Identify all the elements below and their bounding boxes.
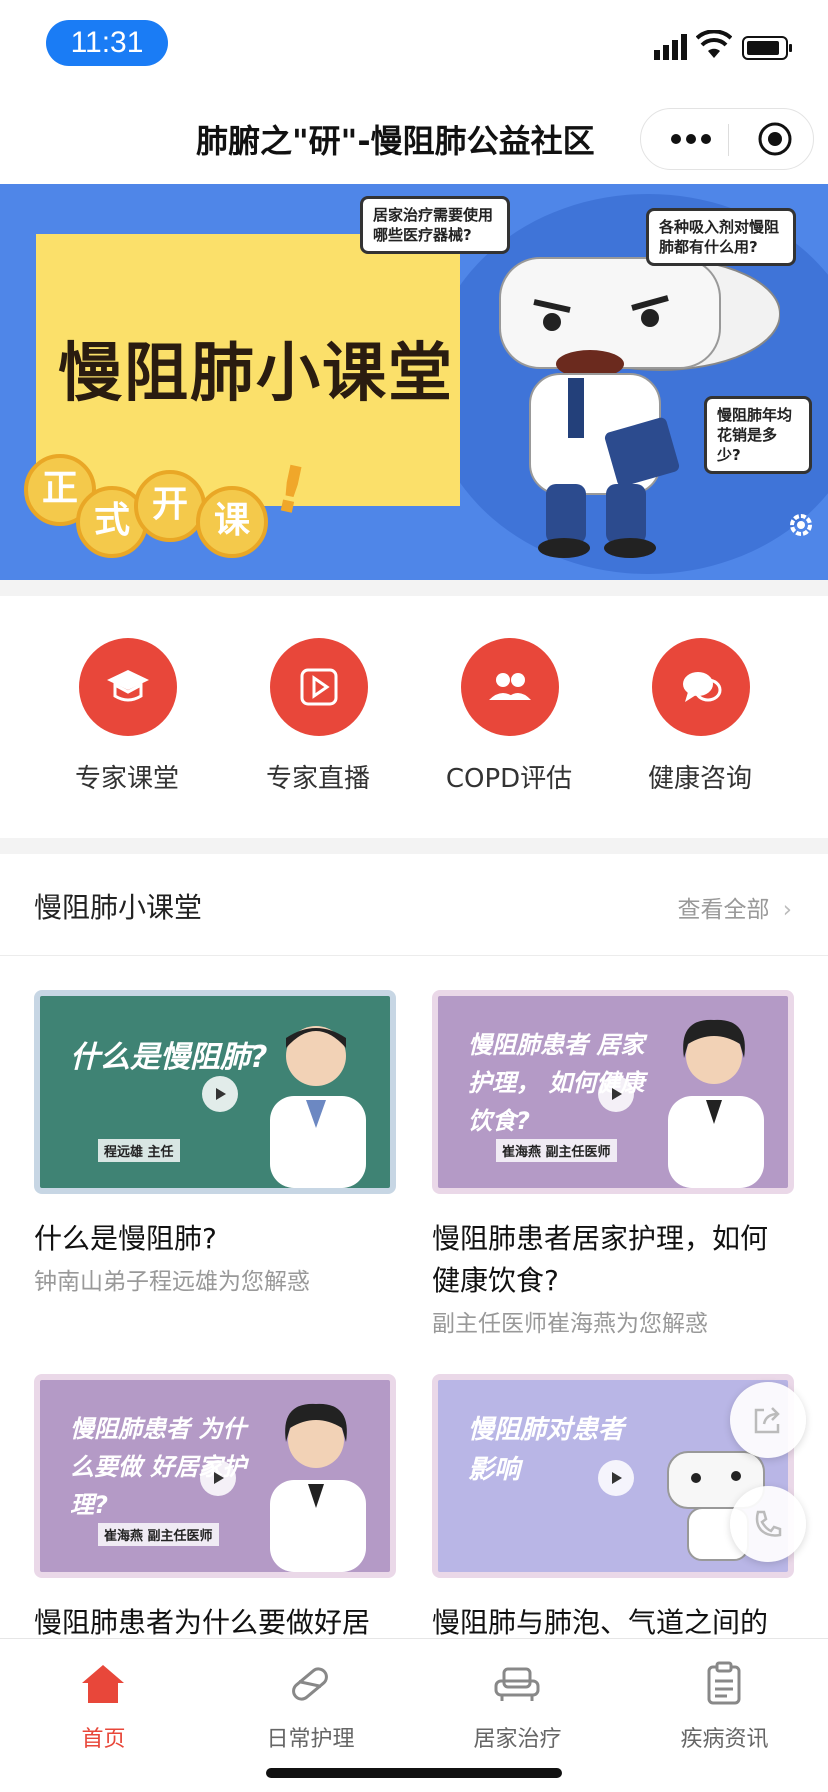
banner-coin: 开 bbox=[134, 470, 206, 542]
banner-coin: 课 bbox=[196, 486, 268, 558]
wifi-icon bbox=[696, 30, 732, 58]
share-icon bbox=[754, 1407, 780, 1434]
tab-home-treatment[interactable]: 居家治疗 bbox=[414, 1649, 621, 1759]
quick-nav-label: 专家课堂 bbox=[74, 764, 179, 794]
quick-nav: 专家课堂 专家直播 COPD评估 健康咨询 bbox=[0, 596, 828, 838]
sofa-icon bbox=[494, 1667, 540, 1701]
section-gap bbox=[0, 838, 828, 854]
play-button[interactable] bbox=[200, 1460, 236, 1496]
play-icon bbox=[300, 668, 338, 706]
tab-daily-care[interactable]: 日常护理 bbox=[207, 1649, 414, 1759]
quick-nav-label: COPD评估 bbox=[445, 764, 573, 794]
title-bar: 肺腑之"研"-慢阻肺公益社区 bbox=[0, 92, 828, 184]
banner-bubble: 各种吸入剂对慢阻肺都有什么用? bbox=[646, 208, 796, 266]
home-indicator bbox=[266, 1768, 562, 1778]
section-header: 慢阻肺小课堂 查看全部 › bbox=[0, 854, 828, 956]
course-subtitle: 钟南山弟子程远雄为您解惑 bbox=[34, 1269, 310, 1295]
share-button[interactable] bbox=[730, 1382, 806, 1458]
banner-bubble: 居家治疗需要使用哪些医疗器械? bbox=[360, 196, 510, 254]
quick-nav-circle bbox=[461, 638, 559, 736]
mini-program-capsule bbox=[640, 108, 814, 170]
play-icon bbox=[612, 1472, 622, 1484]
tab-disease-news[interactable]: 疾病资讯 bbox=[621, 1649, 828, 1759]
thumbnail-title: 什么是慢阻肺? bbox=[70, 1040, 268, 1075]
tab-label: 首页 bbox=[81, 1727, 126, 1752]
course-subtitle: 副主任医师崔海燕为您解惑 bbox=[432, 1311, 708, 1337]
home-icon bbox=[82, 1665, 124, 1703]
doctor-name-tag: 崔海燕 副主任医师 bbox=[98, 1523, 219, 1546]
page-title: 肺腑之"研"-慢阻肺公益社区 bbox=[196, 122, 595, 160]
course-card[interactable]: 慢阻肺患者 居家护理， 如何健康饮食? 崔海燕 副主任医师 慢阻肺患者居家护理，… bbox=[432, 990, 794, 1340]
cellular-signal-icon bbox=[654, 34, 687, 60]
play-button[interactable] bbox=[598, 1460, 634, 1496]
tab-home[interactable]: 首页 bbox=[0, 1649, 207, 1759]
phone-icon bbox=[755, 1510, 782, 1537]
status-bar: 11:31 bbox=[0, 0, 828, 92]
quick-nav-health-consult[interactable]: 健康咨询 bbox=[605, 638, 795, 808]
section-gap bbox=[0, 580, 828, 596]
play-icon bbox=[214, 1472, 224, 1484]
doctor-name-tag: 崔海燕 副主任医师 bbox=[496, 1139, 617, 1162]
course-thumbnail[interactable]: 慢阻肺患者 为什么要做 好居家护理? 崔海燕 副主任医师 bbox=[34, 1374, 396, 1578]
quick-nav-circle bbox=[270, 638, 368, 736]
tab-label: 居家治疗 bbox=[473, 1727, 562, 1752]
users-icon bbox=[489, 673, 531, 700]
course-card[interactable]: 慢阻肺患者 为什么要做 好居家护理? 崔海燕 副主任医师 慢阻肺患者为什么要做好… bbox=[34, 1374, 396, 1644]
tab-label: 日常护理 bbox=[266, 1727, 355, 1752]
gear-icon[interactable] bbox=[786, 510, 816, 540]
banner-title: 慢阻肺小课堂 bbox=[58, 337, 454, 411]
banner[interactable]: 慢阻肺小课堂 正 式 开 课 ! 居家治疗需要使用哪些医疗器械? 各种吸入剂对慢… bbox=[0, 184, 828, 580]
pill-icon bbox=[292, 1667, 328, 1701]
doctor-name-tag: 程远雄 主任 bbox=[98, 1139, 180, 1162]
course-thumbnail[interactable]: 什么是慢阻肺? 程远雄 主任 bbox=[34, 990, 396, 1194]
quick-nav-expert-class[interactable]: 专家课堂 bbox=[32, 638, 222, 808]
status-time: 11:31 bbox=[46, 20, 168, 66]
course-thumbnail[interactable]: 慢阻肺患者 居家护理， 如何健康饮食? 崔海燕 副主任医师 bbox=[432, 990, 794, 1194]
doctor-portrait bbox=[270, 1403, 366, 1572]
graduation-cap-icon bbox=[107, 670, 149, 702]
close-button[interactable] bbox=[745, 109, 805, 169]
tab-label: 疾病资讯 bbox=[680, 1727, 769, 1752]
more-dots-icon bbox=[671, 134, 711, 144]
play-icon bbox=[612, 1088, 622, 1100]
phone-button[interactable] bbox=[730, 1486, 806, 1562]
view-all-link[interactable]: 查看全部 › bbox=[677, 890, 792, 924]
doctor-portrait bbox=[668, 1019, 764, 1188]
course-title: 什么是慢阻肺? bbox=[34, 1222, 217, 1255]
quick-nav-expert-live[interactable]: 专家直播 bbox=[223, 638, 413, 808]
target-close-icon bbox=[758, 122, 792, 156]
play-icon bbox=[216, 1088, 226, 1100]
capsule-divider bbox=[728, 124, 729, 156]
play-button[interactable] bbox=[202, 1076, 238, 1112]
play-button[interactable] bbox=[598, 1076, 634, 1112]
quick-nav-circle bbox=[652, 638, 750, 736]
banner-bubble: 慢阻肺年均花销是多少? bbox=[704, 396, 812, 474]
doctor-portrait bbox=[270, 1026, 366, 1188]
chat-bubbles-icon bbox=[683, 672, 722, 702]
quick-nav-label: 专家直播 bbox=[265, 764, 370, 794]
battery-icon bbox=[742, 36, 792, 60]
chevron-right-icon: › bbox=[782, 897, 792, 923]
section-title: 慢阻肺小课堂 bbox=[34, 891, 203, 924]
quick-nav-circle bbox=[79, 638, 177, 736]
clipboard-icon bbox=[707, 1661, 741, 1705]
course-title: 慢阻肺患者居家护理，如何健康饮食? bbox=[432, 1222, 769, 1297]
course-card[interactable]: 什么是慢阻肺? 程远雄 主任 什么是慢阻肺? 钟南山弟子程远雄为您解惑 bbox=[34, 990, 396, 1298]
view-all-label: 查看全部 bbox=[677, 897, 770, 923]
more-button[interactable] bbox=[661, 109, 721, 169]
quick-nav-label: 健康咨询 bbox=[647, 764, 752, 794]
quick-nav-copd-assessment[interactable]: COPD评估 bbox=[414, 638, 604, 808]
